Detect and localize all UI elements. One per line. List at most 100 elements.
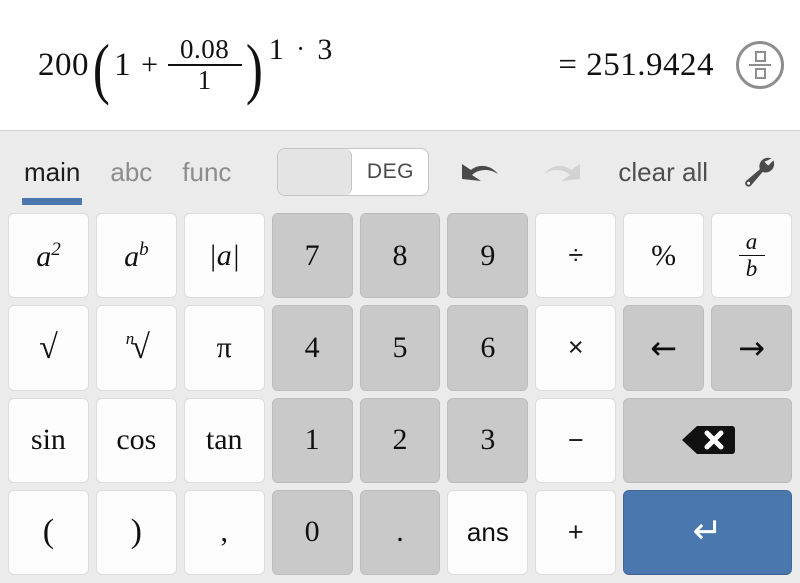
key-sin-label: sin: [30, 423, 66, 457]
key-digit-1-label: 1: [304, 423, 320, 457]
angle-unit-toggle[interactable]: DEG: [277, 148, 430, 196]
math-expression[interactable]: 200 ( 1 + 0.08 1 ) 1 · 3: [38, 33, 333, 102]
tab-func[interactable]: func: [180, 159, 233, 185]
key-square-root-label: √: [39, 328, 58, 366]
key-multiply[interactable]: ×: [535, 305, 617, 391]
key-pi-label: π: [216, 330, 232, 364]
key-divide-label: ÷: [568, 240, 584, 271]
tab-func-label: func: [182, 157, 232, 187]
exponent-multiply-dot: ·: [296, 34, 306, 63]
enter-icon: ↵: [692, 511, 723, 553]
expression-coefficient: 200: [38, 46, 89, 83]
key-digit-2-label: 2: [392, 423, 408, 457]
key-multiply-label: ×: [567, 332, 584, 363]
result-block: = 251.9424: [558, 0, 784, 130]
key-open-parenthesis[interactable]: (: [8, 489, 89, 575]
key-digit-6-label: 6: [480, 330, 496, 364]
key-digit-8-label: 8: [392, 238, 408, 272]
key-square-label: a2: [36, 238, 61, 273]
key-digit-0-label: 0: [304, 515, 320, 549]
key-cos-label: cos: [116, 423, 157, 457]
key-power[interactable]: ab: [95, 213, 177, 299]
fraction-numerator: 0.08: [179, 33, 230, 64]
key-digit-9[interactable]: 9: [447, 213, 529, 299]
key-divide[interactable]: ÷: [535, 213, 617, 299]
key-digit-8[interactable]: 8: [359, 213, 441, 299]
key-percent[interactable]: %: [623, 213, 705, 299]
key-power-label: ab: [124, 238, 149, 273]
key-cos[interactable]: cos: [95, 397, 177, 483]
key-minus-label: −: [567, 424, 584, 455]
key-digit-6[interactable]: 6: [447, 305, 529, 391]
tab-abc[interactable]: abc: [108, 159, 154, 185]
fraction-icon-bar: [749, 64, 771, 66]
key-square-root[interactable]: √: [8, 305, 89, 391]
key-close-parenthesis-label: ): [130, 513, 142, 551]
key-digit-2[interactable]: 2: [359, 397, 441, 483]
key-fraction-numerator: a: [745, 228, 758, 254]
key-fraction-denominator: b: [745, 256, 758, 282]
fraction-decimal-toggle-icon[interactable]: [736, 41, 784, 89]
backspace-icon: [680, 423, 736, 457]
key-answer[interactable]: ans: [447, 489, 529, 575]
key-comma-label: ,: [220, 515, 228, 549]
key-absolute-value[interactable]: |a|: [183, 213, 265, 299]
wrench-icon[interactable]: [738, 152, 778, 192]
key-decimal-point-label: .: [396, 515, 404, 549]
key-cursor-left[interactable]: ←: [623, 305, 705, 391]
key-open-parenthesis-label: (: [42, 513, 55, 551]
key-nth-root-index: n: [125, 328, 135, 348]
key-pi[interactable]: π: [183, 305, 265, 391]
tab-main[interactable]: main: [22, 157, 83, 205]
key-plus[interactable]: +: [535, 489, 617, 575]
redo-icon: [536, 155, 588, 189]
angle-toggle-knob[interactable]: [278, 149, 353, 195]
key-sin[interactable]: sin: [8, 397, 89, 483]
key-cursor-right[interactable]: →: [711, 305, 792, 391]
key-square[interactable]: a2: [8, 213, 89, 299]
undo-icon[interactable]: [454, 155, 506, 189]
key-digit-7-label: 7: [304, 238, 320, 272]
fraction-icon-top-square: [754, 51, 766, 62]
tab-active-underline: [22, 198, 83, 205]
clear-all-button[interactable]: clear all: [618, 159, 708, 185]
key-answer-label: ans: [466, 517, 509, 548]
key-decimal-point[interactable]: .: [359, 489, 441, 575]
arrow-right-icon: →: [738, 328, 765, 367]
key-enter[interactable]: ↵: [623, 489, 792, 575]
key-digit-3[interactable]: 3: [447, 397, 529, 483]
expression-plus-operator: +: [141, 48, 159, 81]
exponent-right-operand: 3: [317, 33, 333, 66]
expression-exponent: 1 · 3: [269, 33, 333, 67]
tab-abc-label: abc: [110, 157, 153, 187]
angle-toggle-label: DEG: [366, 160, 414, 183]
key-digit-4[interactable]: 4: [271, 305, 353, 391]
key-close-parenthesis[interactable]: ): [95, 489, 177, 575]
key-digit-1[interactable]: 1: [271, 397, 353, 483]
key-fraction[interactable]: a b: [711, 213, 792, 299]
expression-base-term: 1: [114, 46, 132, 83]
key-digit-4-label: 4: [304, 330, 320, 364]
keypad-toolbar: main abc func DEG clear all: [0, 131, 800, 213]
key-digit-5[interactable]: 5: [359, 305, 441, 391]
fraction-icon-bottom-square: [754, 68, 766, 79]
key-grid: a2 ab |a| 7 8 9 ÷ % a b √ n √ π 4 5 6 × …: [0, 213, 800, 583]
expression-display[interactable]: 200 ( 1 + 0.08 1 ) 1 · 3 = 251.9424: [0, 0, 800, 130]
key-digit-3-label: 3: [480, 423, 496, 457]
key-tan[interactable]: tan: [183, 397, 265, 483]
key-minus[interactable]: −: [535, 397, 617, 483]
key-comma[interactable]: ,: [183, 489, 265, 575]
key-backspace[interactable]: [623, 397, 792, 483]
key-digit-7[interactable]: 7: [271, 213, 353, 299]
key-nth-root[interactable]: n √: [95, 305, 177, 391]
toolbar-actions: clear all: [454, 152, 786, 192]
key-nth-root-glyph: n √: [123, 328, 150, 365]
key-fraction-glyph: a b: [738, 228, 765, 282]
key-digit-9-label: 9: [480, 238, 496, 272]
expression-fraction: 0.08 1: [167, 33, 242, 95]
tab-main-label: main: [24, 157, 81, 187]
key-digit-0[interactable]: 0: [271, 489, 353, 575]
calculator-keypad: main abc func DEG clear all a2 ab |a| 7 …: [0, 130, 800, 583]
arrow-left-icon: ←: [650, 328, 678, 367]
expression-inner-group: 1 + 0.08 1: [114, 33, 242, 95]
